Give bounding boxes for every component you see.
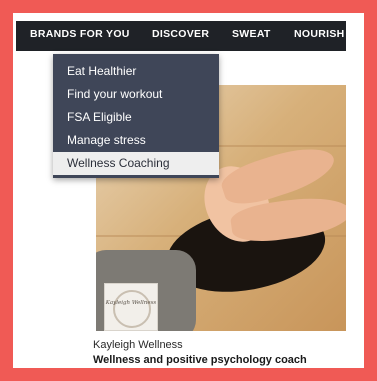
- nav-nourish[interactable]: NOURISH: [294, 21, 345, 51]
- nav-discover[interactable]: DISCOVER: [152, 21, 209, 51]
- nav-brands-for-you[interactable]: BRANDS FOR YOU: [30, 21, 130, 51]
- brand-logo: Kayleigh Wellness: [104, 283, 158, 331]
- brands-dropdown-menu: Eat Healthier Find your workout FSA Elig…: [53, 54, 219, 178]
- menu-item-wellness-coaching[interactable]: Wellness Coaching: [53, 152, 219, 175]
- nav-sweat[interactable]: SWEAT: [232, 21, 271, 51]
- brand-description: Wellness and positive psychology coach: [93, 354, 307, 366]
- logo-ring-icon: [113, 290, 151, 328]
- menu-item-manage-stress[interactable]: Manage stress: [53, 129, 219, 152]
- menu-item-find-your-workout[interactable]: Find your workout: [53, 83, 219, 106]
- menu-item-eat-healthier[interactable]: Eat Healthier: [53, 60, 219, 83]
- logo-text: Kayleigh Wellness: [105, 300, 157, 306]
- top-navigation: BRANDS FOR YOU DISCOVER SWEAT NOURISH: [16, 21, 346, 51]
- menu-item-fsa-eligible[interactable]: FSA Eligible: [53, 106, 219, 129]
- brand-name[interactable]: Kayleigh Wellness: [93, 339, 183, 351]
